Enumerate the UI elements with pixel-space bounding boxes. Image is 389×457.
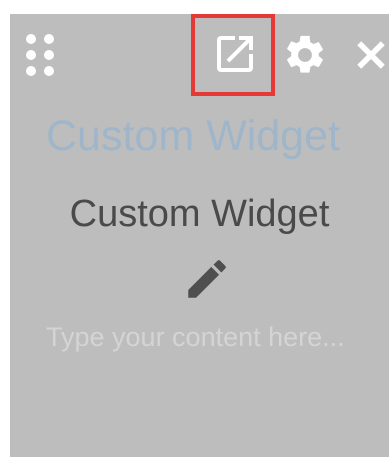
drag-handle-icon[interactable] xyxy=(24,32,58,78)
open-in-new-icon xyxy=(211,30,259,78)
pencil-edit-icon[interactable] xyxy=(182,254,232,304)
gear-icon[interactable] xyxy=(282,32,328,78)
custom-widget-panel: Custom Widget Type your content here... … xyxy=(10,14,389,457)
open-in-new-button[interactable] xyxy=(191,14,275,96)
page: Custom Widget Type your content here... … xyxy=(0,0,389,457)
widget-content-placeholder: Type your content here... xyxy=(46,322,345,352)
widget-overlay-title: Custom Widget xyxy=(69,193,330,235)
close-icon[interactable] xyxy=(350,34,389,76)
widget-title-background: Custom Widget xyxy=(46,112,340,160)
